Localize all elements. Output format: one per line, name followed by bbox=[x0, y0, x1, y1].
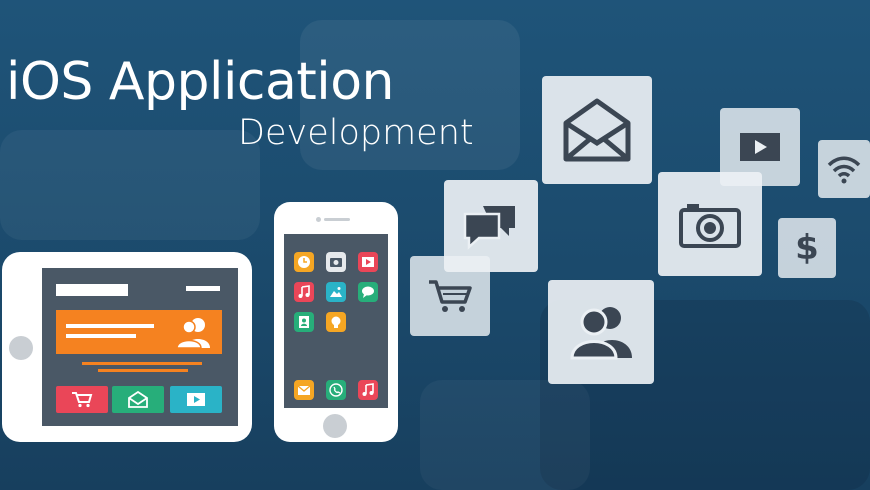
dock-music bbox=[358, 380, 378, 400]
app-clock bbox=[294, 252, 314, 272]
app-idea bbox=[326, 312, 346, 332]
cart-icon bbox=[72, 392, 93, 408]
tablet-divider-line bbox=[98, 369, 188, 372]
dollar-icon: $ bbox=[795, 228, 819, 268]
tablet-screen bbox=[42, 268, 238, 426]
music-icon bbox=[362, 383, 374, 396]
tablet-header-line bbox=[186, 286, 220, 291]
camera-tile bbox=[658, 172, 762, 276]
music-icon bbox=[298, 285, 310, 298]
wifi-icon bbox=[827, 156, 861, 184]
background-blur-shape bbox=[0, 130, 260, 240]
phone-home-button bbox=[323, 414, 347, 438]
mail-icon bbox=[563, 98, 631, 162]
play-icon bbox=[740, 133, 780, 161]
tablet-profile-card bbox=[56, 310, 222, 354]
cart-tile bbox=[410, 256, 490, 336]
app-music bbox=[294, 282, 314, 302]
users-icon bbox=[570, 307, 632, 360]
phone-illustration bbox=[274, 202, 398, 442]
tablet-home-button bbox=[9, 336, 33, 360]
users-tile bbox=[548, 280, 654, 384]
tablet-divider-line bbox=[82, 362, 202, 365]
tablet-cart-button bbox=[56, 386, 108, 413]
tablet-illustration bbox=[2, 252, 252, 442]
chat-icon bbox=[463, 206, 515, 250]
idea-icon bbox=[331, 316, 341, 328]
page-title: iOS Application bbox=[6, 52, 394, 112]
users-icon bbox=[176, 318, 210, 349]
clock-icon bbox=[298, 256, 310, 268]
background-blur-shape bbox=[420, 380, 590, 490]
phone-camera-dot bbox=[316, 217, 321, 222]
video-icon bbox=[362, 257, 374, 267]
card-text-line bbox=[66, 334, 136, 338]
dock-phone bbox=[326, 380, 346, 400]
app-photos bbox=[326, 282, 346, 302]
chat-icon bbox=[362, 286, 374, 298]
camera-icon bbox=[679, 204, 741, 248]
contacts-icon bbox=[299, 316, 309, 328]
phone-screen bbox=[284, 234, 388, 408]
dock-mail bbox=[294, 380, 314, 400]
phone-icon bbox=[329, 383, 343, 397]
mail-icon bbox=[297, 385, 311, 395]
tablet-header-bar bbox=[56, 284, 128, 296]
app-camera bbox=[326, 252, 346, 272]
wifi-tile bbox=[818, 140, 870, 198]
play-icon bbox=[187, 393, 205, 406]
page-subtitle: Development bbox=[238, 113, 474, 153]
app-video bbox=[358, 252, 378, 272]
tablet-mail-button bbox=[112, 386, 164, 413]
cart-icon bbox=[429, 280, 472, 312]
tablet-play-button bbox=[170, 386, 222, 413]
mail-icon bbox=[128, 391, 148, 408]
app-contacts bbox=[294, 312, 314, 332]
phone-speaker bbox=[324, 218, 350, 221]
app-chat bbox=[358, 282, 378, 302]
camera-icon bbox=[330, 258, 342, 267]
mail-tile bbox=[542, 76, 652, 184]
card-text-line bbox=[66, 324, 154, 328]
dollar-tile: $ bbox=[778, 218, 836, 278]
photos-icon bbox=[330, 287, 342, 297]
